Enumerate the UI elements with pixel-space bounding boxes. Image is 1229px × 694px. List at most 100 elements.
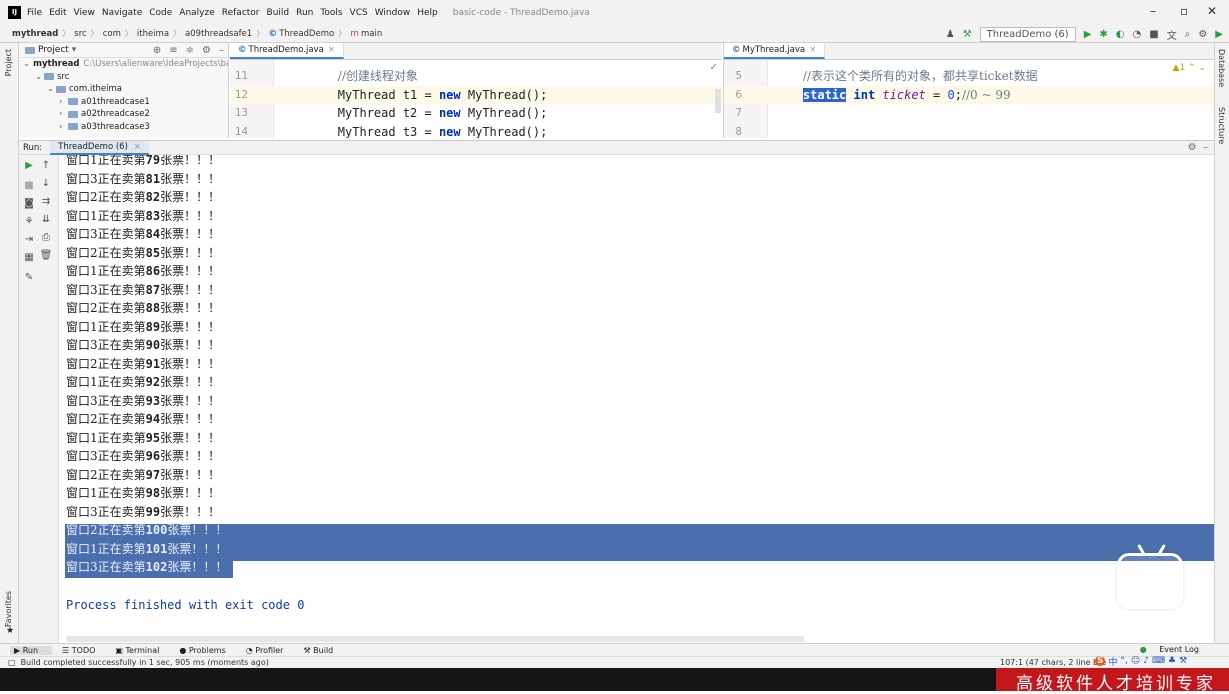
search-icon[interactable]: ⌕ bbox=[1185, 29, 1191, 40]
video-play-overlay-icon[interactable] bbox=[1117, 544, 1183, 609]
punctuation-icon[interactable]: °, bbox=[1121, 656, 1128, 666]
stop-icon[interactable]: ■ bbox=[1149, 29, 1158, 40]
breadcrumb-package[interactable]: a09threadsafe1 bbox=[185, 29, 252, 39]
hide-icon[interactable]: – bbox=[1203, 142, 1208, 153]
settings-gear-icon[interactable]: ⚙ bbox=[1198, 29, 1207, 40]
camera-icon[interactable]: ◙ bbox=[22, 198, 36, 209]
locate-icon[interactable]: ⊕ bbox=[153, 45, 161, 56]
editor-scroll-thumb[interactable] bbox=[715, 89, 721, 113]
menu-navigate[interactable]: Navigate bbox=[102, 8, 142, 18]
tree-icon[interactable]: ⚘ bbox=[22, 216, 36, 227]
menu-refactor[interactable]: Refactor bbox=[222, 8, 260, 18]
soft-wrap-icon[interactable]: ⇉ bbox=[39, 196, 53, 207]
tree-item-src[interactable]: ⌄ src bbox=[19, 71, 228, 84]
build-hammer-icon[interactable]: ⚒ bbox=[963, 29, 972, 40]
code-line[interactable]: 6 static int ticket = 0;//0 ~ 99 bbox=[724, 85, 1214, 104]
debug-icon[interactable]: ✱ bbox=[1099, 29, 1107, 40]
code-line[interactable]: 14 MyThread t3 = new MyThread(); bbox=[230, 123, 722, 139]
maximize-icon[interactable]: ▫ bbox=[1180, 4, 1188, 18]
pin-icon[interactable]: ✎ bbox=[22, 272, 36, 283]
menu-analyze[interactable]: Analyze bbox=[179, 8, 214, 18]
plugin-icon[interactable]: ▶ bbox=[1215, 29, 1223, 40]
code-editor-left[interactable]: 11 //创建线程对象 12 MyThread t1 = new MyThread… bbox=[230, 60, 722, 138]
menu-edit[interactable]: Edit bbox=[49, 8, 66, 18]
warning-indicator[interactable]: ▲1 ⌃ ⌄ bbox=[1173, 63, 1206, 73]
run-tab[interactable]: ThreadDemo (6) × bbox=[50, 140, 150, 155]
breadcrumb-mythread[interactable]: mythread bbox=[12, 29, 58, 39]
tree-item-a02[interactable]: › a02threadcase2 bbox=[19, 108, 228, 121]
run-icon[interactable]: ▶ bbox=[1084, 29, 1092, 40]
translate-icon[interactable]: 文 bbox=[1167, 27, 1177, 42]
tool-tab-todo[interactable]: ☰ TODO bbox=[62, 646, 105, 655]
caret-position[interactable]: 107:1 (47 chars, 2 line bre bbox=[1000, 658, 1106, 667]
skin-icon[interactable]: ♣ bbox=[1168, 656, 1176, 666]
menu-tools[interactable]: Tools bbox=[320, 8, 342, 18]
menu-window[interactable]: Window bbox=[375, 8, 411, 18]
breadcrumb-itheima[interactable]: itheima bbox=[137, 29, 169, 39]
tool-tab-run[interactable]: ▶ Run bbox=[10, 645, 53, 655]
tool-tab-build[interactable]: ⚒ Build bbox=[303, 646, 343, 655]
tab-mythread-java[interactable]: © MyThread.java × bbox=[724, 43, 826, 59]
emoji-icon[interactable]: ☺ bbox=[1131, 656, 1140, 666]
scroll-to-end-icon[interactable]: ⇊ bbox=[39, 214, 53, 225]
menu-run[interactable]: Run bbox=[296, 8, 313, 18]
scroll-down-icon[interactable]: ↓ bbox=[39, 178, 53, 189]
tool-tab-profiler[interactable]: ◔ Profiler bbox=[246, 646, 294, 655]
collapse-all-icon[interactable]: ≑ bbox=[186, 45, 194, 56]
code-line[interactable]: 12 MyThread t1 = new MyThread(); bbox=[230, 85, 722, 104]
menu-file[interactable]: File bbox=[27, 8, 42, 18]
code-editor-right[interactable]: 5 //表示这个类所有的对象，都共享ticket数据 6 static int t… bbox=[723, 60, 1214, 138]
structure-tool-button[interactable]: Structure bbox=[1217, 107, 1226, 144]
run-config-select[interactable]: ThreadDemo (6) bbox=[979, 26, 1076, 42]
menu-vcs[interactable]: VCS bbox=[350, 8, 368, 18]
menu-code[interactable]: Code bbox=[149, 8, 172, 18]
tab-threaddemo-java[interactable]: © ThreadDemo.java × bbox=[230, 43, 344, 59]
project-tool-button[interactable]: Project bbox=[4, 49, 13, 76]
exit-icon[interactable]: ⇥ bbox=[22, 234, 36, 245]
console-output[interactable]: 窗口1正在卖第79张票！！！ 窗口3正在卖第81张票！！！ 窗口2正在卖第82张票！… bbox=[60, 155, 1214, 643]
breadcrumb-src[interactable]: src bbox=[74, 29, 86, 39]
breadcrumb-method[interactable]: main bbox=[361, 29, 382, 39]
tree-item-root[interactable]: ⌄ mythread C:\Users\alienware\IdeaProjec… bbox=[19, 58, 228, 71]
coverage-icon[interactable]: ◐ bbox=[1116, 29, 1125, 40]
database-tool-button[interactable]: Database bbox=[1217, 49, 1226, 87]
print-icon[interactable]: ⎙ bbox=[39, 232, 53, 243]
breadcrumb-class[interactable]: ThreadDemo bbox=[279, 29, 334, 39]
expand-all-icon[interactable]: ≡ bbox=[169, 45, 177, 56]
stop-icon[interactable]: ■ bbox=[22, 180, 36, 191]
trash-icon[interactable]: 🗑 bbox=[39, 250, 53, 261]
profiler-icon[interactable]: ◔ bbox=[1133, 29, 1142, 40]
code-line[interactable]: 7 bbox=[724, 104, 1214, 123]
hide-icon[interactable]: – bbox=[219, 45, 224, 56]
menu-build[interactable]: Build bbox=[267, 8, 290, 18]
event-log-button[interactable]: ● Event Log bbox=[1140, 645, 1209, 654]
gear-icon[interactable]: ⚙ bbox=[202, 45, 211, 56]
scroll-up-icon[interactable]: ↑ bbox=[39, 160, 53, 171]
close-icon[interactable]: ✕ bbox=[1207, 4, 1217, 18]
favorites-tool-button[interactable]: Favorites bbox=[4, 591, 13, 627]
close-tab-icon[interactable]: × bbox=[328, 45, 335, 55]
user-icon[interactable]: ♟ bbox=[946, 29, 955, 40]
keyboard-icon[interactable]: ⌨ bbox=[1152, 656, 1165, 666]
close-tab-icon[interactable]: × bbox=[134, 142, 141, 152]
close-tab-icon[interactable]: × bbox=[809, 45, 816, 55]
rerun-icon[interactable]: ▶ bbox=[22, 160, 36, 171]
tree-item-package[interactable]: ⌄ com.itheima bbox=[19, 83, 228, 96]
tree-item-a03[interactable]: › a03threadcase3 bbox=[19, 121, 228, 134]
microphone-icon[interactable]: ♪ bbox=[1143, 656, 1149, 666]
code-line[interactable]: 8 bbox=[724, 123, 1214, 139]
ime-chinese-indicator[interactable]: 中 bbox=[1108, 655, 1117, 668]
sogou-ime-icon[interactable]: S bbox=[1095, 656, 1106, 666]
layout-icon[interactable]: ▦ bbox=[22, 252, 36, 263]
code-line[interactable]: 11 //创建线程对象 bbox=[230, 67, 722, 86]
gear-icon[interactable]: ⚙ bbox=[1188, 142, 1197, 153]
tool-tab-terminal[interactable]: ▣ Terminal bbox=[115, 646, 169, 655]
chevron-down-icon[interactable]: ▾ bbox=[72, 45, 77, 55]
tools-icon[interactable]: ⚒ bbox=[1179, 656, 1187, 666]
project-view-select[interactable]: Project bbox=[38, 45, 69, 55]
horizontal-scrollbar[interactable] bbox=[66, 636, 804, 642]
code-line[interactable]: 13 MyThread t2 = new MyThread(); bbox=[230, 104, 722, 123]
menu-help[interactable]: Help bbox=[417, 8, 438, 18]
code-line[interactable]: 5 //表示这个类所有的对象，都共享ticket数据 bbox=[724, 67, 1214, 86]
tree-item-a01[interactable]: › a01threadcase1 bbox=[19, 96, 228, 109]
